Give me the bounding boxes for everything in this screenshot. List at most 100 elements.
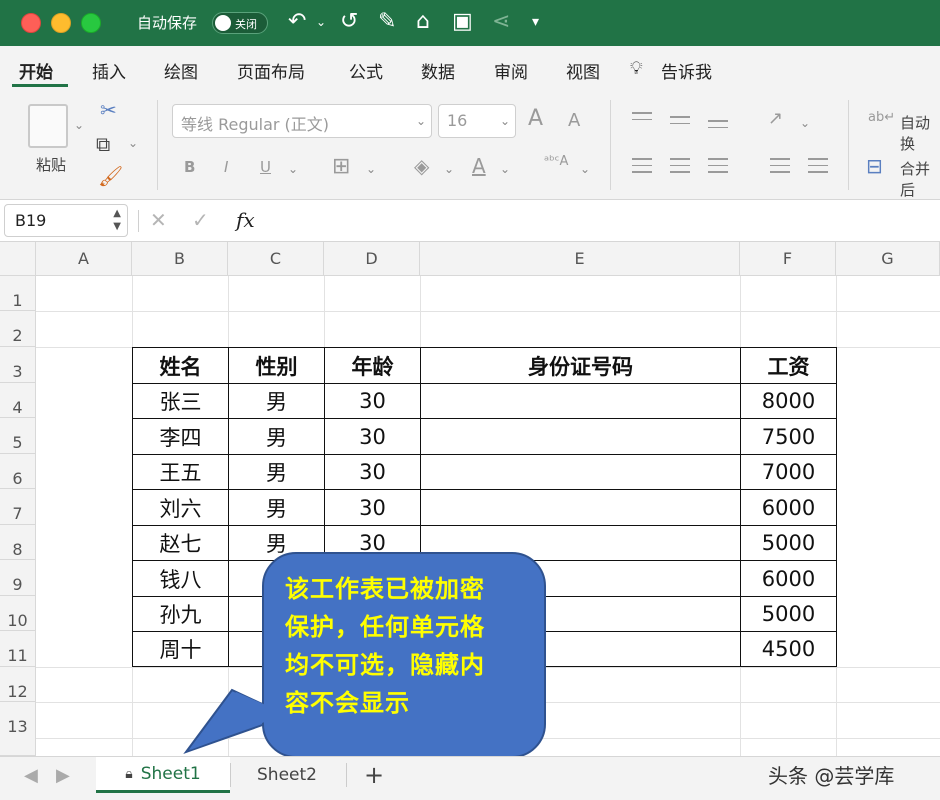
paste-dropdown-icon[interactable]: ⌄ xyxy=(74,118,84,132)
row-header-12[interactable]: 12 xyxy=(0,667,36,702)
table-header-cell: 年龄 xyxy=(324,347,421,384)
callout-line: 均不可选，隐藏内 xyxy=(285,651,485,679)
tab-home[interactable]: 开始 xyxy=(19,58,53,83)
column-header-b[interactable]: B xyxy=(132,242,228,276)
row-header-1[interactable]: 1 xyxy=(0,276,36,311)
table-cell: 7500 xyxy=(740,418,837,455)
active-tab-indicator xyxy=(12,84,68,87)
wrap-text-label[interactable]: 自动换 xyxy=(900,112,940,154)
increase-indent-icon[interactable] xyxy=(808,158,828,178)
undo-dropdown-icon[interactable]: ⌄ xyxy=(316,8,326,36)
borders-dropdown-icon[interactable]: ⌄ xyxy=(366,162,376,176)
tab-draw[interactable]: 绘图 xyxy=(164,58,198,83)
font-name-select[interactable]: 等线 Regular (正文) xyxy=(172,104,432,138)
wrap-text-icon[interactable]: ab↵ xyxy=(868,110,895,125)
orientation-icon[interactable]: ↗ xyxy=(768,108,783,129)
table-cell: 钱八 xyxy=(132,560,229,597)
table-cell: 刘六 xyxy=(132,489,229,526)
share-icon[interactable]: ⋖ xyxy=(492,8,510,36)
edit-document-icon[interactable]: ✎ xyxy=(378,8,396,36)
grow-font-icon[interactable]: A xyxy=(528,106,543,131)
font-color-icon[interactable]: A xyxy=(472,154,486,178)
underline-button[interactable]: U xyxy=(260,158,271,176)
undo-icon[interactable]: ↶ xyxy=(288,8,306,36)
tab-insert[interactable]: 插入 xyxy=(92,58,126,83)
redo-icon[interactable]: ↺ xyxy=(340,8,358,36)
autosave-toggle[interactable]: 关闭 xyxy=(212,12,268,34)
cut-icon[interactable]: ✂ xyxy=(100,98,117,122)
table-cell: 张三 xyxy=(132,383,229,419)
tab-tell-me[interactable]: 告诉我 xyxy=(661,58,712,83)
column-header-c[interactable]: C xyxy=(228,242,324,276)
sheet-tab-sheet2[interactable]: Sheet2 xyxy=(232,757,342,793)
add-sheet-button[interactable]: + xyxy=(364,761,384,789)
align-bottom-icon[interactable] xyxy=(708,120,728,133)
row-header-9[interactable]: 9 xyxy=(0,560,36,596)
shrink-font-icon[interactable]: A xyxy=(568,110,580,131)
merge-icon[interactable]: ⊟ xyxy=(866,154,883,178)
font-color-dropdown-icon[interactable]: ⌄ xyxy=(500,162,510,176)
row-header-8[interactable]: 8 xyxy=(0,525,36,560)
row-header-11[interactable]: 11 xyxy=(0,631,36,667)
paste-icon[interactable] xyxy=(28,104,68,148)
home-icon[interactable]: ⌂ xyxy=(416,8,430,36)
tab-formulas[interactable]: 公式 xyxy=(349,58,383,83)
row-header-3[interactable]: 3 xyxy=(0,347,36,383)
table-cell: 30 xyxy=(324,383,421,419)
italic-button[interactable]: I xyxy=(224,158,228,176)
align-middle-icon[interactable] xyxy=(670,116,690,129)
fill-color-dropdown-icon[interactable]: ⌄ xyxy=(444,162,454,176)
paste-label: 粘贴 xyxy=(36,156,67,174)
column-header-d[interactable]: D xyxy=(324,242,420,276)
row-header-7[interactable]: 7 xyxy=(0,489,36,525)
underline-dropdown-icon[interactable]: ⌄ xyxy=(288,162,298,176)
copy-dropdown-icon[interactable]: ⌄ xyxy=(128,136,138,150)
row-header-10[interactable]: 10 xyxy=(0,596,36,631)
name-box-stepper-icon[interactable]: ▲ ▼ xyxy=(113,207,121,233)
zoom-window-button[interactable] xyxy=(81,13,101,33)
row-header-2[interactable]: 2 xyxy=(0,311,36,347)
insert-function-icon[interactable]: fx xyxy=(236,208,255,232)
borders-icon[interactable]: ⊞ xyxy=(332,154,350,179)
cancel-icon[interactable]: ✕ xyxy=(150,208,167,232)
save-icon[interactable]: ▣ xyxy=(452,8,473,36)
column-header-e[interactable]: E xyxy=(420,242,740,276)
prev-sheet-icon[interactable]: ◀ xyxy=(24,765,38,786)
decrease-indent-icon[interactable] xyxy=(770,158,790,178)
tab-review[interactable]: 审阅 xyxy=(494,58,528,83)
row-header-4[interactable]: 4 xyxy=(0,383,36,418)
align-left-icon[interactable] xyxy=(632,158,652,178)
tab-data[interactable]: 数据 xyxy=(421,58,455,83)
column-header-g[interactable]: G xyxy=(836,242,940,276)
row-header-6[interactable]: 6 xyxy=(0,454,36,489)
row-header-5[interactable]: 5 xyxy=(0,418,36,454)
minimize-window-button[interactable] xyxy=(51,13,71,33)
merge-center-label[interactable]: 合并后 xyxy=(900,158,940,200)
bold-button[interactable]: B xyxy=(184,158,195,176)
fill-color-icon[interactable]: ◈ xyxy=(414,154,429,178)
tab-view[interactable]: 视图 xyxy=(566,58,600,83)
row-header-13[interactable]: 13 xyxy=(0,702,36,756)
tab-page-layout[interactable]: 页面布局 xyxy=(237,58,305,83)
format-painter-icon[interactable]: 🖌︎ xyxy=(98,164,123,188)
select-all-corner[interactable] xyxy=(0,242,36,276)
sheet-tab-sheet1[interactable]: 🔒︎ Sheet1 xyxy=(96,757,230,793)
next-sheet-icon[interactable]: ▶ xyxy=(56,765,70,786)
window-controls xyxy=(21,13,101,33)
table-cell: 30 xyxy=(324,454,421,490)
close-window-button[interactable] xyxy=(21,13,41,33)
font-size-dropdown-icon[interactable]: ⌄ xyxy=(500,114,510,128)
customize-toolbar-icon[interactable]: ▾ xyxy=(532,8,539,36)
name-box[interactable]: B19 ▲ ▼ xyxy=(4,204,128,237)
align-right-icon[interactable] xyxy=(708,158,728,178)
copy-icon[interactable]: ⧉ xyxy=(96,132,110,156)
font-name-dropdown-icon[interactable]: ⌄ xyxy=(416,114,426,128)
phonetic-dropdown-icon[interactable]: ⌄ xyxy=(580,162,590,176)
align-center-icon[interactable] xyxy=(670,158,690,178)
orientation-dropdown-icon[interactable]: ⌄ xyxy=(800,116,810,130)
phonetic-icon[interactable]: ᵃᵇᶜA xyxy=(544,154,568,169)
column-header-f[interactable]: F xyxy=(740,242,836,276)
align-top-icon[interactable] xyxy=(632,112,652,125)
column-header-a[interactable]: A xyxy=(36,242,132,276)
enter-icon[interactable]: ✓ xyxy=(192,208,209,232)
